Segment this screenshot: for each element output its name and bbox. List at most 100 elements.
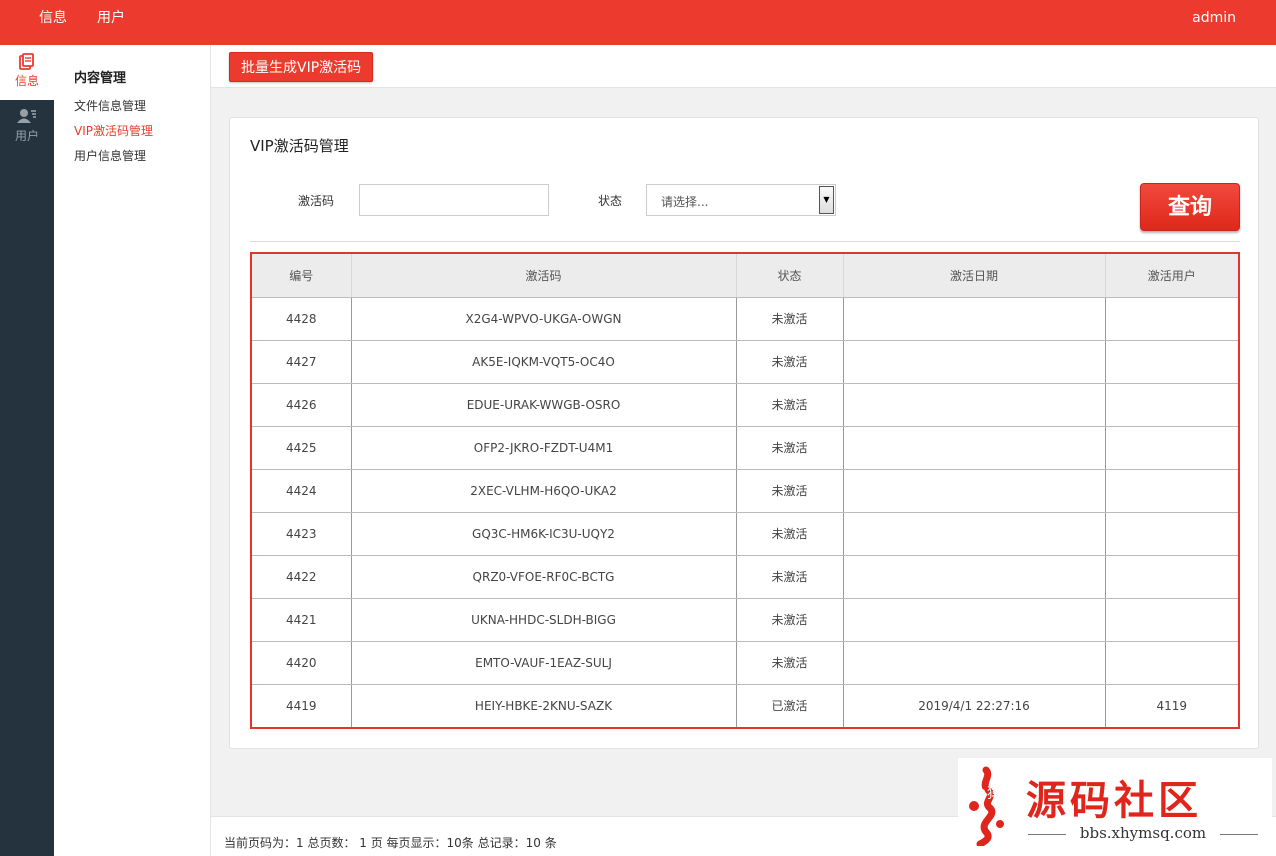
batch-generate-button[interactable]: 批量生成VIP激活码 — [229, 52, 374, 82]
left-icon-bar: 信息 用户 — [0, 45, 54, 856]
cell-user — [1105, 469, 1238, 513]
header-id: 编号 — [252, 254, 352, 298]
cell-user — [1105, 297, 1238, 341]
cell-code: QRZ0-VFOE-RF0C-BCTG — [351, 555, 737, 599]
cell-status: 未激活 — [736, 340, 844, 384]
table-row[interactable]: 4421 UKNA-HHDC-SLDH-BIGG 未激活 — [252, 598, 1238, 642]
table-row[interactable]: 4427 AK5E-IQKM-VQT5-OC4O 未激活 — [252, 340, 1238, 384]
cell-id: 4426 — [252, 383, 352, 427]
page-title: VIP激活码管理 — [250, 137, 349, 155]
status-select-value: 请选择... — [661, 195, 709, 209]
cell-date — [843, 297, 1106, 341]
cell-user: 4119 — [1156, 698, 1188, 713]
status-select[interactable]: 请选择... ▼ — [646, 184, 836, 216]
header-status: 状态 — [736, 254, 844, 298]
cell-status: 未激活 — [736, 555, 844, 599]
cell-date — [843, 555, 1106, 599]
cell-id: 4423 — [252, 512, 352, 556]
cell-user — [1105, 641, 1238, 685]
user-list-icon — [0, 108, 54, 126]
cell-status: 未激活 — [736, 512, 844, 556]
pagination-info: 当前页码为：1 总页数： 1 页 每页显示：10条 总记录：10 条 — [224, 836, 557, 850]
divider — [250, 241, 1240, 242]
current-user[interactable]: admin — [1192, 0, 1236, 36]
leftbar-item-info[interactable]: 信息 — [0, 45, 54, 100]
table-row[interactable]: 4422 QRZ0-VFOE-RF0C-BCTG 未激活 — [252, 555, 1238, 599]
cell-id: 4425 — [252, 426, 352, 470]
cell-code: EDUE-URAK-WWGB-OSRO — [351, 383, 737, 427]
cell-code: AK5E-IQKM-VQT5-OC4O — [351, 340, 737, 384]
watermark-title: 源码社区 — [1026, 777, 1202, 824]
cell-date — [843, 512, 1106, 556]
table-row[interactable]: 4420 EMTO-VAUF-1EAZ-SULJ 未激活 — [252, 641, 1238, 685]
cell-status: 未激活 — [736, 469, 844, 513]
vip-code-panel: VIP激活码管理 激活码 状态 请选择... ▼ 查询 编号 激活码 状态 激活… — [229, 117, 1259, 749]
cell-user — [1105, 426, 1238, 470]
table-row[interactable]: 4424 2XEC-VLHM-H6QO-UKA2 未激活 — [252, 469, 1238, 513]
cell-user — [1105, 383, 1238, 427]
seal-logo-icon: 小猿 — [969, 766, 1004, 846]
cell-status: 未激活 — [736, 641, 844, 685]
cell-user — [1105, 512, 1238, 556]
cell-id: 4421 — [252, 598, 352, 642]
leftbar-item-label: 信息 — [14, 74, 39, 88]
toolbar: 批量生成VIP激活码 — [211, 45, 1276, 88]
cell-code: 2XEC-VLHM-H6QO-UKA2 — [351, 469, 737, 513]
cell-user — [1105, 598, 1238, 642]
status-label: 状态 — [598, 194, 623, 208]
cell-id: 4427 — [252, 340, 352, 384]
cell-status: 未激活 — [736, 297, 844, 341]
seal-text: 小猿 — [973, 786, 1001, 802]
top-nav-info[interactable]: 信息 — [24, 0, 82, 36]
cell-status: 已激活 — [736, 684, 844, 727]
cell-id: 4428 — [252, 297, 352, 341]
table-row[interactable]: 4419 HEIY-HBKE-2KNU-SAZK 已激活 2019/4/1 22… — [252, 684, 1238, 727]
header-date: 激活日期 — [843, 254, 1106, 298]
top-nav-bar: 信息 用户 admin — [0, 0, 1276, 45]
sidebar-item-user-info[interactable]: 用户信息管理 — [74, 144, 210, 169]
top-nav: 信息 用户 — [24, 0, 140, 36]
cell-id: 4424 — [252, 469, 352, 513]
cell-id: 4422 — [252, 555, 352, 599]
header-code: 激活码 — [351, 254, 737, 298]
cell-date — [843, 598, 1106, 642]
sidebar-item-vip-codes[interactable]: VIP激活码管理 — [74, 119, 210, 144]
code-input[interactable] — [359, 184, 549, 216]
table-row[interactable]: 4425 OFP2-JKRO-FZDT-U4M1 未激活 — [252, 426, 1238, 470]
sidebar: 内容管理 文件信息管理 VIP激活码管理 用户信息管理 — [54, 45, 211, 856]
cell-user — [1105, 555, 1238, 599]
watermark: 小猿 源码社区 bbs.xhymsq.com — [958, 758, 1272, 856]
cell-id: 4420 — [252, 641, 352, 685]
top-nav-users[interactable]: 用户 — [82, 0, 140, 36]
code-label: 激活码 — [298, 194, 335, 208]
table-row[interactable]: 4423 GQ3C-HM6K-IC3U-UQY2 未激活 — [252, 512, 1238, 556]
leftbar-item-label: 用户 — [14, 129, 39, 143]
cell-status: 未激活 — [736, 426, 844, 470]
header-user: 激活用户 — [1105, 254, 1238, 298]
cell-code: X2G4-WPVO-UKGA-OWGN — [351, 297, 737, 341]
query-button[interactable]: 查询 — [1140, 183, 1240, 231]
cell-code: HEIY-HBKE-2KNU-SAZK — [351, 684, 737, 727]
cell-code: UKNA-HHDC-SLDH-BIGG — [351, 598, 737, 642]
cell-date — [843, 469, 1106, 513]
cell-date: 2019/4/1 22:27:16 — [843, 684, 1106, 727]
sidebar-item-file-info[interactable]: 文件信息管理 — [74, 94, 210, 119]
code-table: 编号 激活码 状态 激活日期 激活用户 4428 X2G4-WPVO-UKGA-… — [250, 252, 1240, 729]
cell-status: 未激活 — [736, 383, 844, 427]
cell-user — [1105, 340, 1238, 384]
cell-status: 未激活 — [736, 598, 844, 642]
cell-date — [843, 383, 1106, 427]
chevron-down-icon[interactable]: ▼ — [819, 186, 834, 214]
cell-id: 4419 — [252, 684, 352, 727]
table-row[interactable]: 4426 EDUE-URAK-WWGB-OSRO 未激活 — [252, 383, 1238, 427]
sidebar-group-title: 内容管理 — [74, 71, 127, 86]
cell-date — [843, 426, 1106, 470]
cell-date — [843, 641, 1106, 685]
table-header-row: 编号 激活码 状态 激活日期 激活用户 — [252, 254, 1238, 298]
leftbar-item-users[interactable]: 用户 — [0, 100, 54, 155]
cell-code: GQ3C-HM6K-IC3U-UQY2 — [351, 512, 737, 556]
cell-date — [843, 340, 1106, 384]
table-row[interactable]: 4428 X2G4-WPVO-UKGA-OWGN 未激活 — [252, 297, 1238, 341]
cell-code: EMTO-VAUF-1EAZ-SULJ — [351, 641, 737, 685]
cell-code: OFP2-JKRO-FZDT-U4M1 — [351, 426, 737, 470]
